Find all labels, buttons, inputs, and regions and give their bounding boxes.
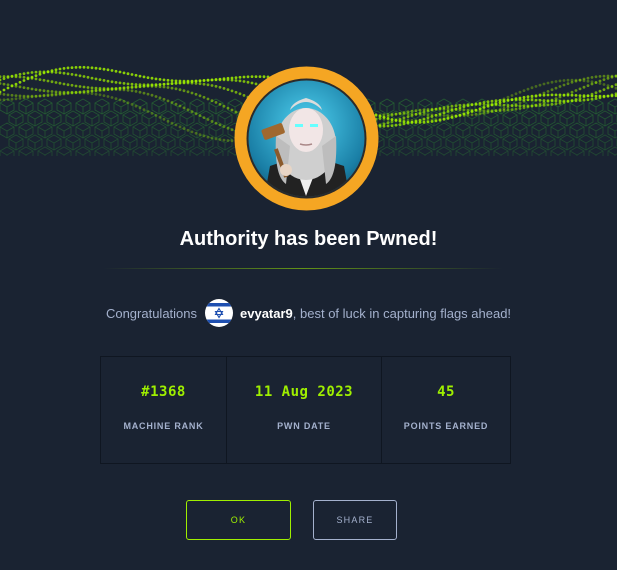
stat-label: PWN DATE	[277, 421, 331, 431]
stat-label: POINTS EARNED	[403, 421, 489, 431]
title-divider	[103, 268, 503, 269]
congrats-suffix: , best of luck in capturing flags ahead!	[292, 305, 512, 321]
page-title: Authority has been Pwned!	[179, 228, 438, 250]
congratulations-message: Congratulations evyatar9 , best of luck …	[0, 298, 617, 328]
stat-value: 11 Aug 2023	[254, 384, 354, 400]
stat-machine-rank: #1368 MACHINE RANK	[101, 357, 227, 463]
username-link[interactable]: evyatar9	[240, 306, 293, 321]
stats-panel: #1368 MACHINE RANK 11 Aug 2023 PWN DATE …	[100, 356, 511, 464]
congrats-prefix: Congratulations	[105, 305, 198, 321]
stat-value: #1368	[141, 384, 186, 400]
stat-points-earned: 45 POINTS EARNED	[382, 357, 510, 463]
stat-label: MACHINE RANK	[123, 421, 204, 431]
ok-button[interactable]: OK	[186, 500, 291, 540]
stat-pwn-date: 11 Aug 2023 PWN DATE	[227, 357, 382, 463]
share-button[interactable]: SHARE	[313, 500, 397, 540]
machine-avatar	[234, 66, 379, 211]
stat-value: 45	[437, 384, 455, 400]
israel-flag-icon	[205, 299, 234, 327]
